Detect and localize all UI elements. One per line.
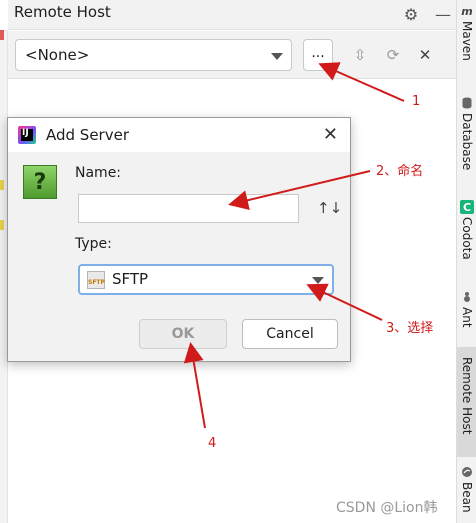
- bean-icon: [460, 465, 474, 479]
- question-icon: ?: [23, 165, 57, 199]
- dialog-title-bar: IJ Add Server ✕: [8, 118, 350, 152]
- name-field[interactable]: [78, 194, 299, 223]
- editor-marker: [0, 180, 4, 190]
- refresh-icon[interactable]: ⟳: [383, 45, 403, 65]
- editor-marker: [0, 220, 4, 230]
- annotation-3: 3、选择: [386, 321, 434, 336]
- minimize-icon[interactable]: —: [432, 3, 454, 25]
- annotation-1: 1: [412, 94, 421, 109]
- annotation-2: 2、命名: [376, 164, 424, 179]
- gear-icon[interactable]: ⚙: [400, 3, 422, 25]
- browse-servers-button[interactable]: ...: [303, 39, 333, 71]
- tool-remote-host[interactable]: Remote Host: [457, 347, 476, 457]
- tool-bean-label: Bean: [460, 482, 474, 513]
- watermark: CSDN @Lion韩: [336, 500, 438, 516]
- tool-database[interactable]: Database: [457, 96, 476, 196]
- dialog-title: Add Server: [46, 126, 129, 144]
- codota-icon: C: [460, 200, 474, 214]
- panel-header: Remote Host ⚙ —: [8, 0, 456, 30]
- split-icon[interactable]: ⇳: [350, 45, 370, 65]
- tool-maven-label: Maven: [460, 21, 474, 61]
- panel-toolbar: <None> ... ⇳ ⟳ ✕: [8, 31, 456, 79]
- type-select[interactable]: SFTP SFTP: [78, 264, 334, 295]
- tool-database-label: Database: [460, 113, 474, 171]
- sort-icon[interactable]: ↑↓: [317, 199, 342, 217]
- tool-codota-label: Codota: [460, 217, 474, 260]
- editor-marker: [0, 30, 4, 40]
- chevron-down-icon: [271, 53, 283, 60]
- annotation-4: 4: [208, 436, 217, 451]
- intellij-icon: IJ: [18, 126, 36, 144]
- tool-bean[interactable]: Bean: [457, 465, 476, 523]
- type-select-value: SFTP: [112, 270, 149, 288]
- server-selector[interactable]: <None>: [15, 39, 292, 71]
- tool-codota[interactable]: C Codota: [457, 200, 476, 280]
- ok-button[interactable]: OK: [139, 319, 227, 349]
- name-label: Name:: [75, 165, 122, 181]
- close-icon[interactable]: ✕: [323, 124, 338, 145]
- tool-maven[interactable]: m Maven: [457, 4, 476, 94]
- sftp-icon: SFTP: [87, 271, 105, 289]
- cancel-button[interactable]: Cancel: [242, 319, 338, 349]
- tool-ant[interactable]: Ant: [457, 290, 476, 340]
- m-icon: m: [461, 4, 473, 18]
- add-server-dialog: IJ Add Server ✕ ? Name: ↑↓ Type: SFTP SF…: [7, 117, 351, 362]
- ant-icon: [460, 290, 474, 304]
- tool-remote-host-label: Remote Host: [460, 357, 474, 435]
- database-icon: [460, 96, 474, 110]
- chevron-down-icon: [312, 277, 324, 284]
- type-label: Type:: [75, 236, 112, 252]
- right-tool-bar: m Maven Database C Codota Ant Remote Hos…: [456, 0, 476, 523]
- server-selector-value: <None>: [25, 46, 90, 64]
- tool-ant-label: Ant: [460, 307, 474, 328]
- panel-title: Remote Host: [14, 3, 111, 21]
- close-icon[interactable]: ✕: [415, 45, 435, 65]
